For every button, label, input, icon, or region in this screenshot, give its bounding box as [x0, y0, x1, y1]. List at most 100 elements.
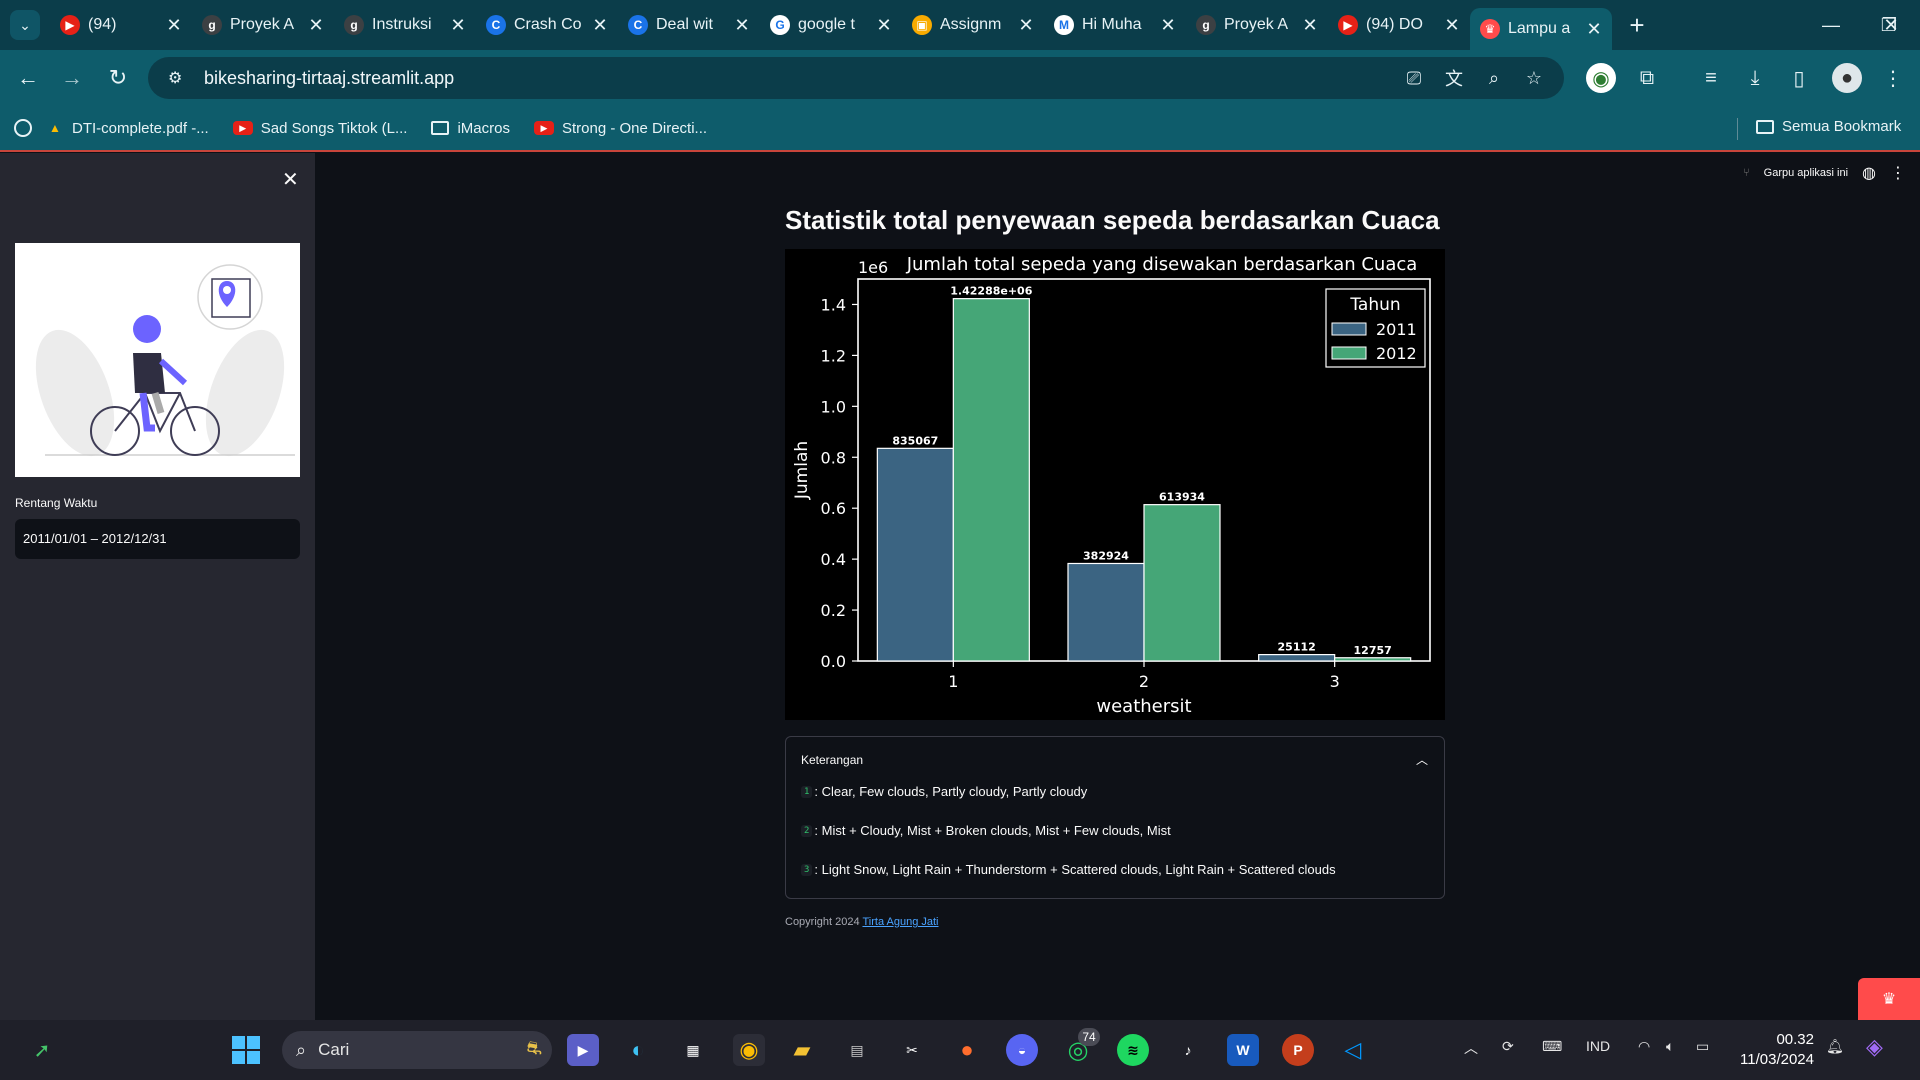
url-text[interactable]: bikesharing-tirtaaj.streamlit.app	[204, 68, 454, 89]
powerpoint-icon[interactable]: P	[1282, 1034, 1314, 1066]
battery-icon[interactable]: ▭	[1696, 1038, 1709, 1055]
calculator-icon[interactable]: ▤	[841, 1034, 873, 1066]
browser-tab[interactable]: C Crash Co ✕	[476, 7, 618, 43]
browser-tab[interactable]: g Proyek A ✕	[1186, 7, 1328, 43]
sidebar-close-button[interactable]: ✕	[282, 167, 299, 192]
tab-close-icon[interactable]: ✕	[1586, 19, 1602, 40]
snipping-tool-icon[interactable]: ✂	[896, 1034, 928, 1066]
apps-icon[interactable]	[14, 119, 32, 137]
spotify-icon[interactable]: ≋	[1117, 1034, 1149, 1066]
tab-close-icon[interactable]: ✕	[166, 15, 182, 36]
github-icon[interactable]: ◍	[1862, 163, 1876, 183]
minimize-icon: —	[1822, 14, 1840, 35]
media-control-icon[interactable]: ≡	[1696, 63, 1726, 93]
store-icon[interactable]: ▦	[677, 1034, 709, 1066]
star-icon[interactable]: ☆	[1522, 66, 1546, 90]
bookmark-item[interactable]: ▶ Strong - One Directi...	[533, 120, 707, 137]
fork-icon: ⑂	[1743, 167, 1750, 179]
wifi-icon[interactable]: ◠	[1638, 1038, 1650, 1055]
file-explorer-icon[interactable]: ▰	[786, 1034, 818, 1066]
tab-close-icon[interactable]: ✕	[450, 15, 466, 36]
omnibox[interactable]: ⚙ bikesharing-tirtaaj.streamlit.app ⎚ 文 …	[148, 57, 1564, 99]
all-bookmarks-button[interactable]: Semua Bookmark	[1756, 118, 1901, 135]
edge-icon[interactable]: ◐	[622, 1034, 654, 1066]
extension-globe-icon[interactable]: ◉	[1586, 63, 1616, 93]
menu-icon[interactable]: ⋮	[1878, 63, 1908, 93]
tab-close-icon[interactable]: ✕	[1160, 15, 1176, 36]
keyboard-icon[interactable]: ⌨	[1542, 1038, 1562, 1055]
streamlit-badge-button[interactable]: ♛	[1858, 978, 1920, 1020]
volume-icon[interactable]: 🔈︎	[1666, 1038, 1674, 1055]
new-tab-button[interactable]: +	[1620, 8, 1654, 42]
tiktok-icon[interactable]: ♪	[1172, 1034, 1204, 1066]
tab-close-icon[interactable]: ✕	[1302, 15, 1318, 36]
tab-close-icon[interactable]: ✕	[308, 15, 324, 36]
arrow-left-icon: ←	[17, 65, 39, 90]
sync-icon[interactable]: ⟳	[1502, 1038, 1514, 1055]
reload-button[interactable]: ↻	[96, 56, 140, 100]
chevron-up-icon[interactable]: ︿	[1464, 1038, 1478, 1058]
chevron-down-icon: ⌄	[19, 16, 31, 33]
tab-strip: ⌄ ▶ (94) ✕ g Proyek A ✕ g Instruksi ✕ C Crash Co ✕ C…	[0, 0, 1920, 50]
nvidia-icon[interactable]: ➚	[26, 1034, 58, 1066]
bar-chart: Jumlah total sepeda yang disewakan berda…	[785, 249, 1445, 720]
tab-close-icon[interactable]: ✕	[1444, 15, 1460, 36]
tab-close-icon[interactable]: ✕	[734, 15, 750, 36]
discord-icon[interactable]: ◒	[1006, 1034, 1038, 1066]
chevron-up-icon[interactable]: ︿	[1416, 751, 1428, 768]
minimize-button[interactable]: —	[1802, 0, 1860, 50]
code-badge: 3	[801, 863, 813, 876]
browser-tab[interactable]: M Hi Muha ✕	[1044, 7, 1186, 43]
install-app-icon[interactable]: ⎚	[1402, 66, 1426, 90]
forward-button[interactable]: →	[50, 56, 94, 100]
browser-tab[interactable]: ▶ (94) ✕	[50, 7, 192, 43]
browser-tab[interactable]: g Proyek A ✕	[192, 7, 334, 43]
date-range-input[interactable]: 2011/01/01 – 2012/12/31	[15, 519, 300, 559]
tab-close-icon[interactable]: ✕	[1018, 15, 1034, 36]
copilot-icon[interactable]: ◈	[1866, 1034, 1883, 1060]
browser-tab[interactable]: ♛ Lampu a ✕	[1470, 8, 1612, 50]
youtube-icon: ▶	[232, 121, 253, 135]
axis-offset-label: 1e6	[858, 258, 888, 277]
translate-icon[interactable]: 文	[1442, 66, 1466, 90]
notification-bell-icon[interactable]: 🔔︎	[1826, 1038, 1844, 1055]
g-icon: g	[202, 15, 222, 35]
download-icon[interactable]: ⤓	[1740, 63, 1770, 93]
profile-avatar[interactable]: ●	[1832, 63, 1862, 93]
browser-tab[interactable]: ▶ (94) DO ✕	[1328, 7, 1470, 43]
app-menu-icon[interactable]: ⋮	[1890, 163, 1906, 183]
tab-close-icon[interactable]: ✕	[876, 15, 892, 36]
clock[interactable]: 00.32 11/03/2024	[1730, 1030, 1814, 1070]
windows-icon	[232, 1036, 260, 1064]
browser-tab[interactable]: ▣ Assignm ✕	[902, 7, 1044, 43]
tab-title: google t	[798, 16, 855, 33]
tab-title: Assignm	[940, 16, 1002, 33]
language-indicator[interactable]: IND	[1586, 1038, 1610, 1054]
back-button[interactable]: ←	[6, 56, 50, 100]
browser-tab[interactable]: g Instruksi ✕	[334, 7, 476, 43]
expander-title[interactable]: Keterangan	[801, 753, 863, 767]
bookmark-item[interactable]: ▶ Sad Songs Tiktok (L...	[232, 120, 407, 137]
meet-icon[interactable]: ▶	[567, 1034, 599, 1066]
tab-search-button[interactable]: ⌄	[10, 10, 40, 40]
bookmark-folder[interactable]: iMacros	[431, 120, 510, 137]
zoom-icon[interactable]: ⌕	[1482, 66, 1506, 90]
folder-icon	[1756, 119, 1774, 134]
fork-app-link[interactable]: Garpu aplikasi ini	[1764, 167, 1848, 179]
word-icon[interactable]: W	[1227, 1034, 1259, 1066]
browser-tab[interactable]: Ggoogle t ✕	[760, 7, 902, 43]
firefox-icon[interactable]: ●	[951, 1034, 983, 1066]
data-label: 1.42288e+06	[950, 285, 1032, 298]
taskbar-search[interactable]: ⌕ Cari ⛐	[282, 1031, 552, 1069]
vscode-icon[interactable]: ◁	[1337, 1034, 1369, 1066]
tab-close-icon[interactable]: ✕	[592, 15, 608, 36]
chrome-icon[interactable]: ◉	[733, 1034, 765, 1066]
site-info-icon[interactable]: ⚙	[168, 68, 188, 88]
browser-tab[interactable]: C Deal wit ✕	[618, 7, 760, 43]
bookmark-item[interactable]: ▲ DTI-complete.pdf -...	[46, 119, 209, 137]
close-window-button[interactable]: ✕	[1862, 0, 1920, 50]
side-panel-icon[interactable]: ▯	[1784, 63, 1814, 93]
start-button[interactable]	[230, 1034, 262, 1066]
author-link[interactable]: Tirta Agung Jati	[862, 916, 938, 928]
extensions-icon[interactable]: ⧉	[1632, 63, 1662, 93]
